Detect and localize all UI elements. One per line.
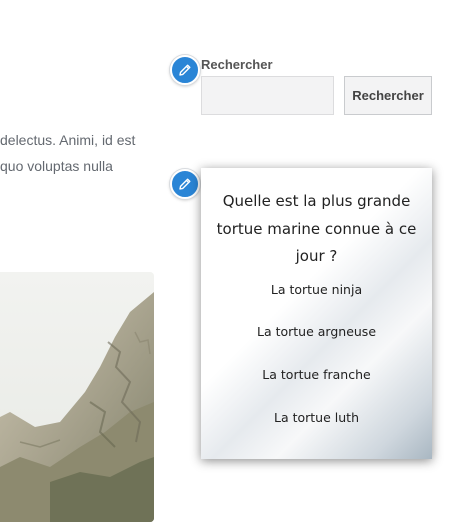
pencil-icon — [179, 64, 191, 76]
post-excerpt: delectus. Animi, id est quo voluptas nul… — [0, 127, 160, 179]
pencil-icon — [179, 178, 191, 190]
quiz-answer[interactable]: La tortue ninja — [201, 282, 432, 297]
quiz-card: Quelle est la plus grande tortue marine … — [201, 168, 432, 459]
mountain-photo — [0, 272, 154, 522]
excerpt-line: delectus. Animi, id est — [0, 132, 136, 148]
excerpt-line: quo voluptas nulla — [0, 158, 113, 174]
quiz-answer[interactable]: La tortue argneuse — [201, 324, 432, 339]
quiz-question: Quelle est la plus grande tortue marine … — [216, 192, 417, 265]
edit-quiz-block-button[interactable] — [170, 169, 200, 199]
quiz-answer[interactable]: La tortue franche — [201, 367, 432, 382]
search-label: Rechercher — [201, 57, 273, 72]
edit-search-block-button[interactable] — [170, 55, 200, 85]
quiz-answer[interactable]: La tortue luth — [201, 410, 432, 425]
search-input[interactable] — [201, 76, 334, 115]
search-button[interactable]: Rechercher — [344, 76, 432, 115]
